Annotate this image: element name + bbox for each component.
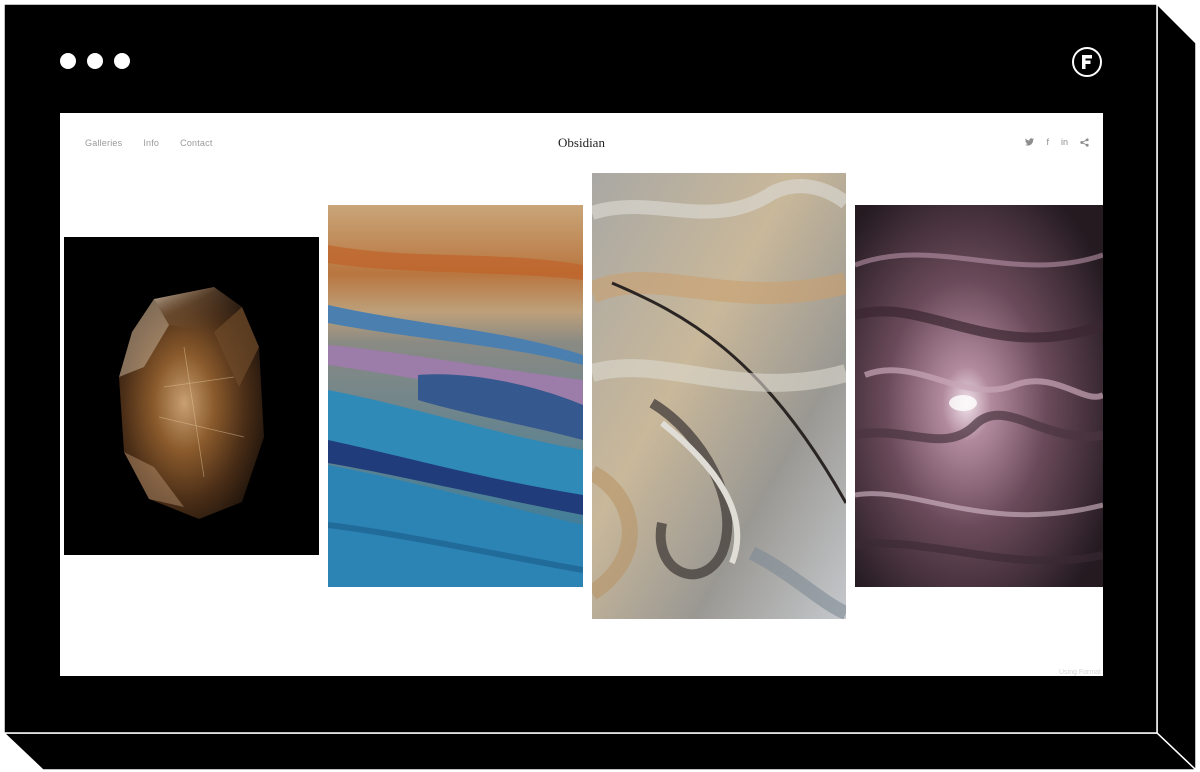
window-minimize-dot[interactable] — [87, 53, 103, 69]
gallery-image-crystal[interactable] — [64, 237, 319, 555]
linkedin-icon[interactable]: in — [1061, 137, 1068, 147]
twitter-icon[interactable] — [1025, 138, 1035, 146]
facebook-icon[interactable]: f — [1046, 137, 1049, 147]
window-controls — [60, 53, 130, 69]
framer-logo-icon — [1072, 47, 1102, 77]
share-icon[interactable] — [1080, 137, 1089, 147]
website-screen: Galleries Info Contact Obsidian f in Usi… — [60, 113, 1103, 676]
gallery-image-purple-marble[interactable] — [855, 205, 1103, 587]
window-maximize-dot[interactable] — [114, 53, 130, 69]
gallery-image-sediment[interactable] — [328, 205, 583, 587]
footer-note[interactable]: Using Format — [1059, 669, 1101, 676]
device-frame: Galleries Info Contact Obsidian f in Usi… — [0, 0, 1200, 772]
window-close-dot[interactable] — [60, 53, 76, 69]
site-title[interactable]: Obsidian — [60, 135, 1103, 151]
social-links: f in — [1025, 137, 1089, 147]
gallery-image-rock-swirl[interactable] — [592, 173, 846, 619]
